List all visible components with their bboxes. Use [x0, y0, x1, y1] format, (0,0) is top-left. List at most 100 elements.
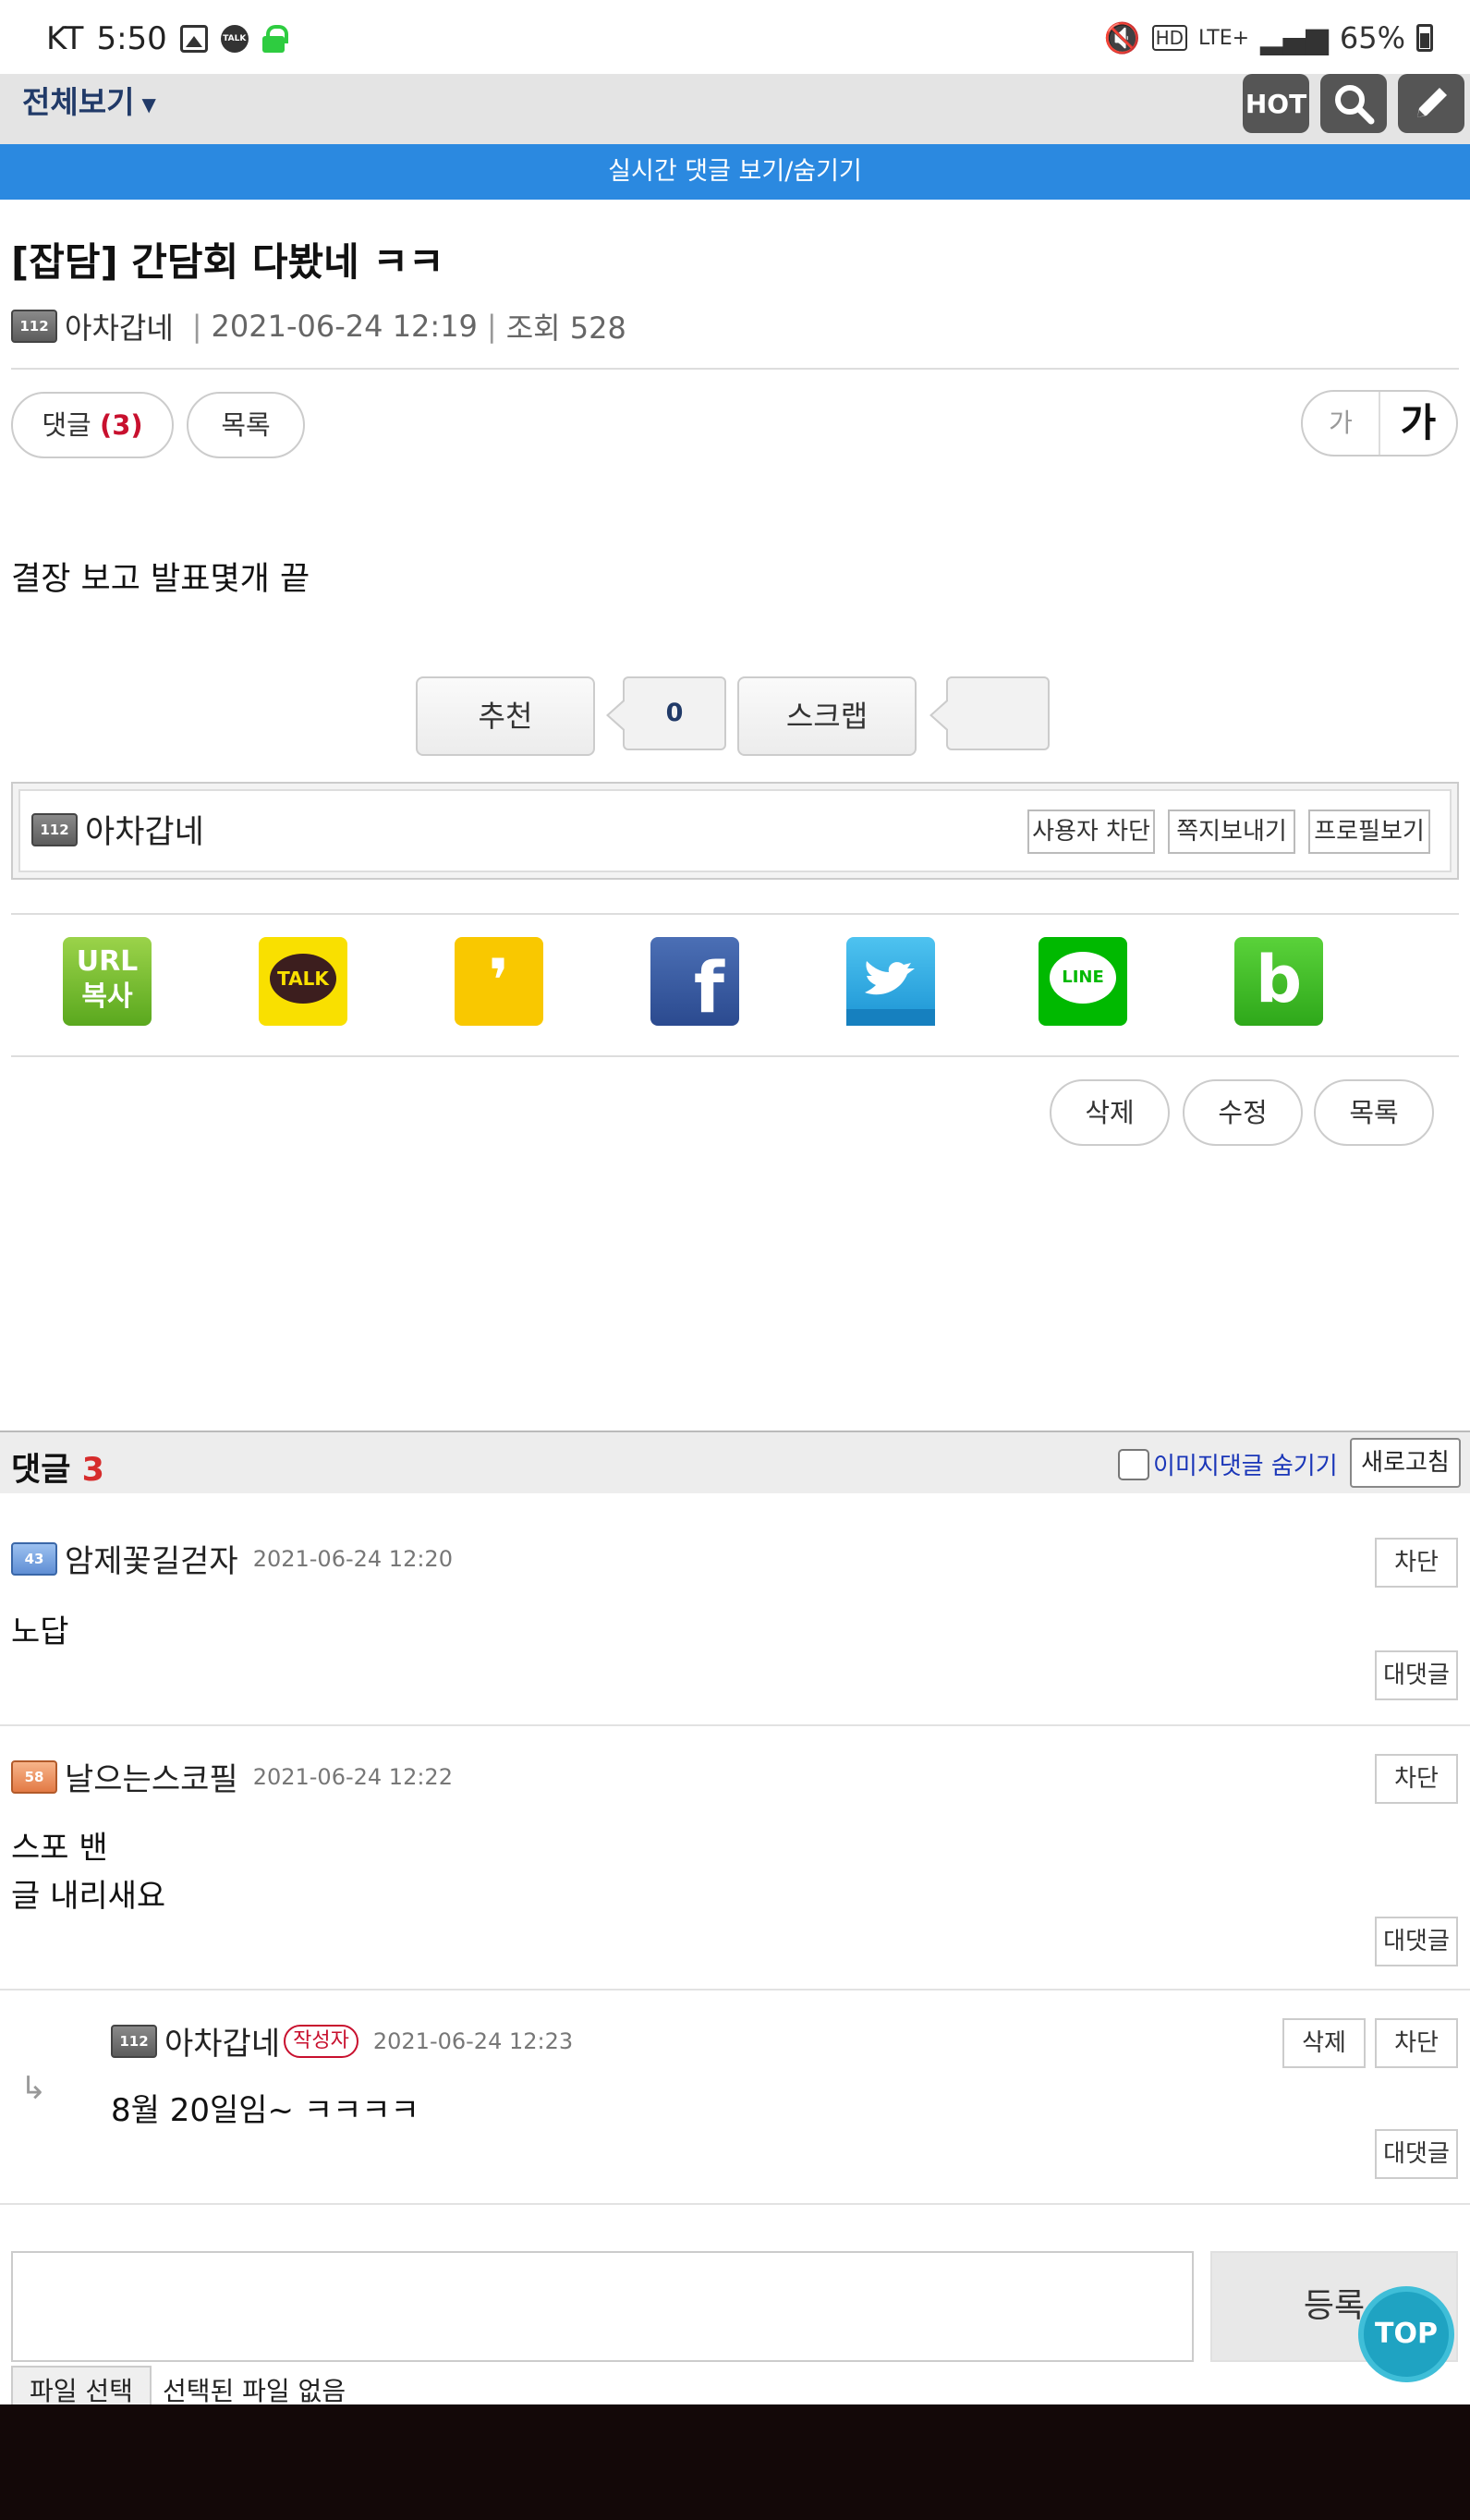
reply-button[interactable]: 대댓글: [1375, 1650, 1458, 1700]
reply-button[interactable]: 대댓글: [1375, 2129, 1458, 2179]
hot-button[interactable]: HOT: [1243, 74, 1309, 133]
font-size-toggle: 가 가: [1301, 390, 1458, 457]
edit-post-button[interactable]: 수정: [1183, 1079, 1303, 1146]
delete-comment-button[interactable]: 삭제: [1282, 2018, 1366, 2068]
author-box-name[interactable]: 112 아차갑네: [31, 806, 204, 853]
scrap-label: 스크랩: [785, 699, 869, 734]
view-all-label: 전체보기: [22, 84, 135, 120]
view-profile-button[interactable]: 프로필보기: [1308, 810, 1430, 854]
reply-arrow-icon: ↳: [20, 2070, 47, 2107]
author-box-name-label: 아차갑네: [85, 814, 204, 851]
hot-label: HOT: [1245, 88, 1307, 119]
kakaotalk-icon: TALK: [270, 954, 336, 1004]
level-icon: 112: [111, 2024, 157, 2058]
view-all-dropdown[interactable]: 전체보기 ▼: [22, 78, 156, 122]
post-date: 2021-06-24 12:19: [211, 309, 478, 344]
send-message-button[interactable]: 쪽지보내기: [1168, 810, 1295, 854]
battery-icon: [1416, 24, 1433, 52]
kakaostory-share-button[interactable]: ❜: [455, 937, 543, 1026]
list-button-top[interactable]: 목록: [187, 392, 305, 458]
hide-image-checkbox[interactable]: [1118, 1448, 1149, 1480]
comments-header: 댓글 3 이미지댓글 숨기기 새로고침: [0, 1430, 1470, 1493]
comment-text-line: 글 내리새요: [11, 1878, 166, 1915]
post-body: 결장 보고 발표몇개 끝: [11, 561, 310, 598]
divider: [11, 1055, 1459, 1057]
hd-icon: HD: [1151, 25, 1188, 51]
network-label: LTE+: [1198, 26, 1250, 50]
post-views: 조회 528: [505, 310, 626, 346]
top-actions: HOT: [1243, 74, 1464, 133]
hide-image-comments[interactable]: 이미지댓글 숨기기: [1118, 1447, 1338, 1481]
status-right: 🔇 HD LTE+ ▂▄▆ 65%: [1104, 20, 1433, 55]
post-author[interactable]: 아차갑네: [65, 305, 174, 347]
url-copy-line2: 복사: [81, 980, 133, 1013]
top-nav: 전체보기 ▼ HOT: [0, 74, 1470, 144]
delete-post-button[interactable]: 삭제: [1050, 1079, 1170, 1146]
block-comment-button[interactable]: 차단: [1375, 1754, 1458, 1804]
level-icon: 112: [11, 310, 57, 343]
block-comment-button[interactable]: 차단: [1375, 1538, 1458, 1588]
twitter-share-button[interactable]: [846, 937, 935, 1026]
level-icon: 112: [31, 812, 78, 846]
author-box-inner: 112 아차갑네 사용자 차단 쪽지보내기 프로필보기: [18, 789, 1452, 872]
comment-reply-item: 112 아차갑네 작성자 2021-06-24 12:23 삭제 차단 8월 2…: [0, 1990, 1470, 2205]
reply-button[interactable]: 대댓글: [1375, 1917, 1458, 1966]
post-title: [잡담] 간담회 다봤네 ㅋㅋ: [11, 239, 444, 285]
comments-label: 댓글: [11, 1452, 71, 1489]
refresh-button[interactable]: 새로고침: [1350, 1438, 1461, 1488]
comment-count-button[interactable]: 댓글 (3): [11, 392, 174, 458]
comment-textarea[interactable]: [11, 2251, 1194, 2362]
kakaotalk-share-button[interactable]: TALK: [259, 937, 347, 1026]
scrap-button[interactable]: 스크랩: [737, 676, 917, 756]
level-icon: 58: [11, 1759, 57, 1794]
band-share-button[interactable]: b: [1234, 937, 1323, 1026]
block-user-button[interactable]: 사용자 차단: [1027, 810, 1155, 854]
clock: 5:50: [96, 20, 167, 57]
pencil-icon: [1417, 88, 1447, 117]
comment-text: 스포 밴 글 내리새요: [11, 1824, 165, 1920]
comment-date: 2021-06-24 12:23: [372, 2027, 574, 2054]
comment-button-label: 댓글: [42, 409, 91, 441]
comment-author[interactable]: 아차갑네: [164, 2018, 280, 2063]
comment-author[interactable]: 날으는스코필: [65, 1754, 238, 1799]
list-button-bottom[interactable]: 목록: [1314, 1079, 1434, 1146]
battery-label: 65%: [1339, 20, 1405, 55]
list-button-label: 목록: [221, 409, 271, 441]
comment-author-row: 112 아차갑네 작성자 2021-06-24 12:23: [111, 2018, 573, 2063]
twitter-bird-icon: [846, 961, 935, 1026]
meta-separator: |: [191, 309, 202, 344]
font-large-button[interactable]: 가: [1380, 392, 1456, 455]
author-box: 112 아차갑네 사용자 차단 쪽지보내기 프로필보기: [11, 782, 1459, 880]
write-button[interactable]: [1398, 74, 1464, 133]
recommend-count: 0: [606, 676, 726, 750]
carrier-label: KT: [46, 20, 84, 57]
scrap-count: [929, 676, 1050, 750]
comment-author[interactable]: 암제꽃길걷자: [65, 1536, 238, 1581]
post-meta: 112 아차갑네 | 2021-06-24 12:19 | 조회 528: [11, 305, 626, 347]
realtime-comment-toggle[interactable]: 실시간 댓글 보기/숨기기: [0, 144, 1470, 200]
recommend-button[interactable]: 추천: [416, 676, 595, 756]
comment-button-count: (3): [99, 409, 143, 441]
comment-date: 2021-06-24 12:20: [252, 1545, 453, 1572]
comment-text: 노답: [11, 1613, 69, 1650]
font-small-button[interactable]: 가: [1303, 392, 1380, 455]
scroll-top-button[interactable]: TOP: [1358, 2286, 1454, 2382]
kakaostory-icon: ❜: [488, 947, 510, 1016]
line-share-button[interactable]: LINE: [1039, 937, 1127, 1026]
band-icon: b: [1255, 942, 1303, 1017]
status-bar: KT 5:50 TALK 🔇 HD LTE+ ▂▄▆ 65%: [0, 0, 1470, 74]
comment-author-row: 58 날으는스코필 2021-06-24 12:22: [11, 1754, 453, 1799]
bottom-overlay: [0, 2404, 1470, 2520]
gallery-icon: [179, 25, 208, 53]
comments-title: 댓글 3: [11, 1443, 104, 1491]
block-comment-button[interactable]: 차단: [1375, 2018, 1458, 2068]
comment-text: 8월 20일임~ ㅋㅋㅋㅋ: [111, 2092, 419, 2129]
comment-item: 43 암제꽃길걷자 2021-06-24 12:20 차단 노답 대댓글: [0, 1493, 1470, 1726]
url-copy-share-button[interactable]: URL 복사: [63, 937, 152, 1026]
facebook-share-button[interactable]: f: [650, 937, 739, 1026]
line-icon: LINE: [1050, 952, 1116, 1004]
level-icon: 43: [11, 1541, 57, 1576]
recommend-label: 추천: [478, 699, 533, 734]
meta-separator: |: [486, 309, 497, 344]
search-button[interactable]: [1320, 74, 1387, 133]
